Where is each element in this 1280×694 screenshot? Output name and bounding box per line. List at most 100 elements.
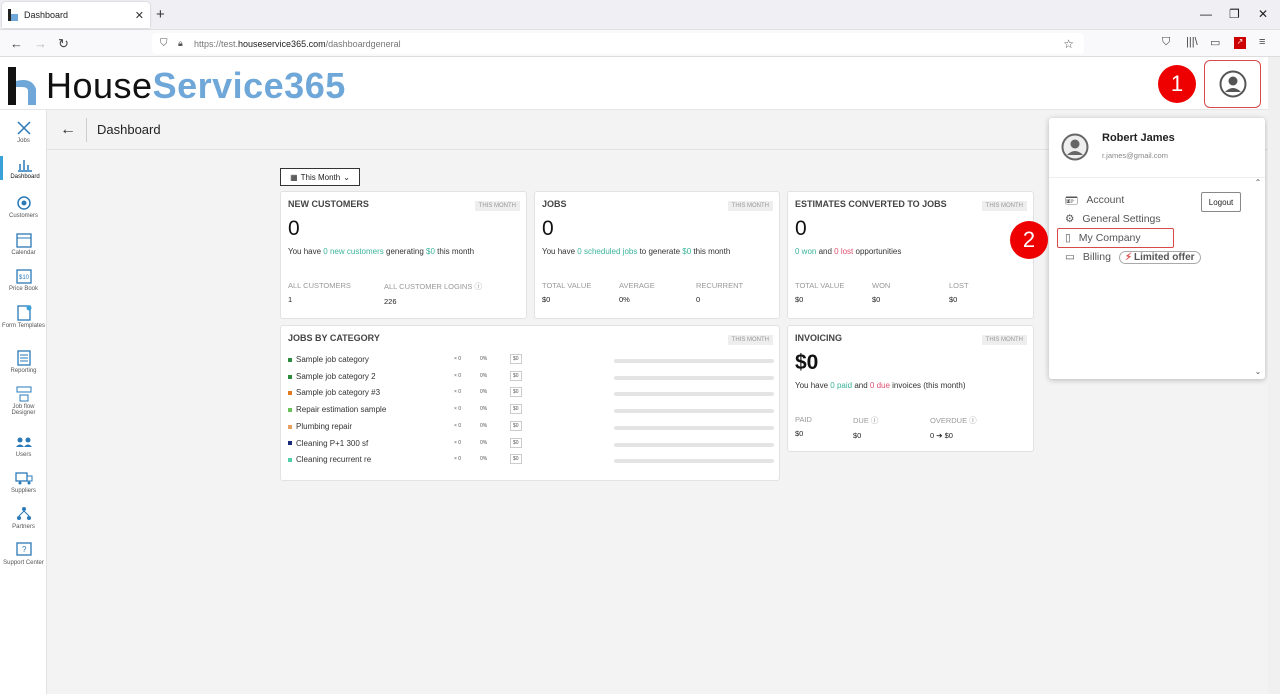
logo-h-icon [8,67,36,105]
reload-icon[interactable]: ↻ [58,36,69,52]
stat-label: WON [872,281,891,290]
chevron-up-icon[interactable]: ⌃ [1252,178,1264,187]
period-filter-dropdown[interactable]: ▦ This Month ⌄ [280,168,360,186]
sidebar-item-users[interactable]: Users [0,434,47,458]
close-window-icon[interactable]: ✕ [1258,7,1268,21]
estimates-card: ESTIMATES CONVERTED TO JOBS THIS MONTH 0… [787,191,1034,319]
user-name: Robert James [1102,132,1175,144]
sidebar-item-customers[interactable]: Customers [0,195,47,219]
sidebar-item-price-book[interactable]: $10 Price Book [0,268,47,292]
stat-value: 0 ➔ $0 [930,431,953,440]
gear-icon: ⚙ [1065,213,1075,225]
won-link[interactable]: 0 won [795,247,816,256]
stat-label: DUE ⓘ [853,416,879,425]
sidebar-item-calendar[interactable]: Calendar [0,232,47,256]
sidebar-item-label: Calendar [11,250,36,256]
forward-icon[interactable]: → [34,36,47,51]
card-value: $0 [795,351,819,374]
sidebar-item-label: Suppliers [10,488,36,494]
sidebar-item-label: Partners [12,524,35,530]
chevron-down-icon[interactable]: ⌄ [1252,367,1264,376]
menu-icon[interactable]: ≡ [1259,36,1265,48]
svg-text:$10: $10 [19,275,30,281]
category-percent: 0% [480,422,488,429]
offer-label: Limited offer [1133,251,1195,263]
brand-logo[interactable]: House Service365 [8,65,346,107]
stat-label: OVERDUE ⓘ [930,416,977,425]
category-percent: 0% [480,439,488,446]
new-customers-link[interactable]: 0 new customers [323,247,383,256]
sidebar-item-reporting[interactable]: Reporting [0,350,47,374]
category-count: × 0 [454,356,462,362]
browser-tab[interactable]: Dashboard ✕ [2,2,150,28]
menu-scrollbar[interactable]: ⌃ ⌄ [1252,178,1264,378]
sidebar-item-job-flow-designer[interactable]: Job flow Designer [0,386,47,416]
category-row: Sample job category × 0 0% $0 [288,354,778,367]
sidebar-item-partners[interactable]: Partners [0,506,47,530]
stat-label: TOTAL VALUE [542,281,592,290]
paid-link[interactable]: 0 paid [830,381,852,390]
address-bar[interactable]: ⛉ 🔒︎ https://test. houseservice365.com/da… [152,33,1084,54]
stat-label: AVERAGE [619,281,655,290]
sidebar-item-suppliers[interactable]: Suppliers [0,470,47,494]
logout-button[interactable]: Logout [1201,192,1241,212]
minimize-icon[interactable]: — [1200,7,1212,21]
sidebar-item-form-templates[interactable]: Form Templates [0,305,47,329]
menu-item-account[interactable]: 🪪︎ Account [1065,192,1124,208]
target-icon [16,196,31,210]
sidebar-item-jobs[interactable]: Jobs [0,120,47,144]
category-amount: $0 [510,454,522,465]
category-row: Plumbing repair × 0 0% $0 [288,420,778,434]
category-count: × 0 [454,439,462,446]
menu-item-label: General Settings [1082,213,1161,225]
scheduled-jobs-link[interactable]: 0 scheduled jobs [577,247,637,256]
desc-text: invoices (this month) [889,381,966,390]
limited-offer-badge[interactable]: ⚡︎ Limited offer [1118,250,1201,264]
user-menu-button[interactable] [1204,60,1261,108]
sidebar-item-label: Jobs [17,138,30,144]
stat-value: $0 [795,295,804,304]
stat-label: PAID [795,415,812,424]
card-title: INVOICING [795,333,843,343]
sidebar-item-dashboard[interactable]: Dashboard [0,156,47,180]
library-icon[interactable]: |||\ [1186,36,1198,48]
period-badge: THIS MONTH [474,201,520,211]
stat-value: $0 [853,431,862,440]
bookmark-star-icon[interactable]: ☆ [1063,37,1074,51]
category-row: Cleaning recurrent re × 0 0% $0 [288,454,778,467]
calendar-icon: ▦ [290,172,298,182]
page-scrollbar[interactable] [1268,57,1280,694]
stat-label: ALL CUSTOMER LOGINS ⓘ [384,282,482,291]
url-prefix: https://test. [194,38,239,49]
my-company-highlight [1057,228,1174,248]
category-count: × 0 [454,456,462,463]
close-tab-icon[interactable]: ✕ [135,9,144,22]
menu-item-billing[interactable]: ▭ Billing ⚡︎ Limited offer [1065,249,1201,265]
user-avatar-icon [1061,133,1089,161]
category-color-dot [288,357,292,362]
sidebar-toggle-icon[interactable]: ▭ [1210,36,1220,49]
lost-link[interactable]: 0 lost [834,247,853,256]
back-arrow-icon[interactable]: ← [60,121,76,139]
category-color-dot [288,374,292,379]
stat-value: 0 [696,295,701,304]
desc-text: You have [288,247,324,256]
sidebar-item-label: Job flow Designer [11,404,36,416]
stat-paid: PAID $0 [795,415,812,438]
category-color-dot [288,441,292,446]
new-customers-card: NEW CUSTOMERS THIS MONTH 0 You have 0 ne… [280,191,527,319]
menu-item-general-settings[interactable]: ⚙ General Settings [1065,211,1161,227]
browser-tab-strip: Dashboard ✕ + — ❐ ✕ [0,0,1280,30]
extension-icon[interactable]: ↗ [1234,37,1246,49]
stat-recurrent: RECURRENT 0 [696,281,743,304]
sidebar-item-support-center[interactable]: ? Support Center [0,542,47,566]
due-link[interactable]: 0 due [870,381,890,390]
back-icon[interactable]: ← [10,36,23,51]
new-tab-button[interactable]: + [156,6,165,23]
card-title: ESTIMATES CONVERTED TO JOBS [795,199,947,209]
card-description: You have 0 new customers generating $0 t… [288,247,474,256]
calendar-icon [15,233,32,248]
brand-name-part2: Service365 [152,65,346,106]
pocket-icon[interactable]: ⛉ [1162,36,1170,49]
restore-icon[interactable]: ❐ [1229,7,1240,21]
